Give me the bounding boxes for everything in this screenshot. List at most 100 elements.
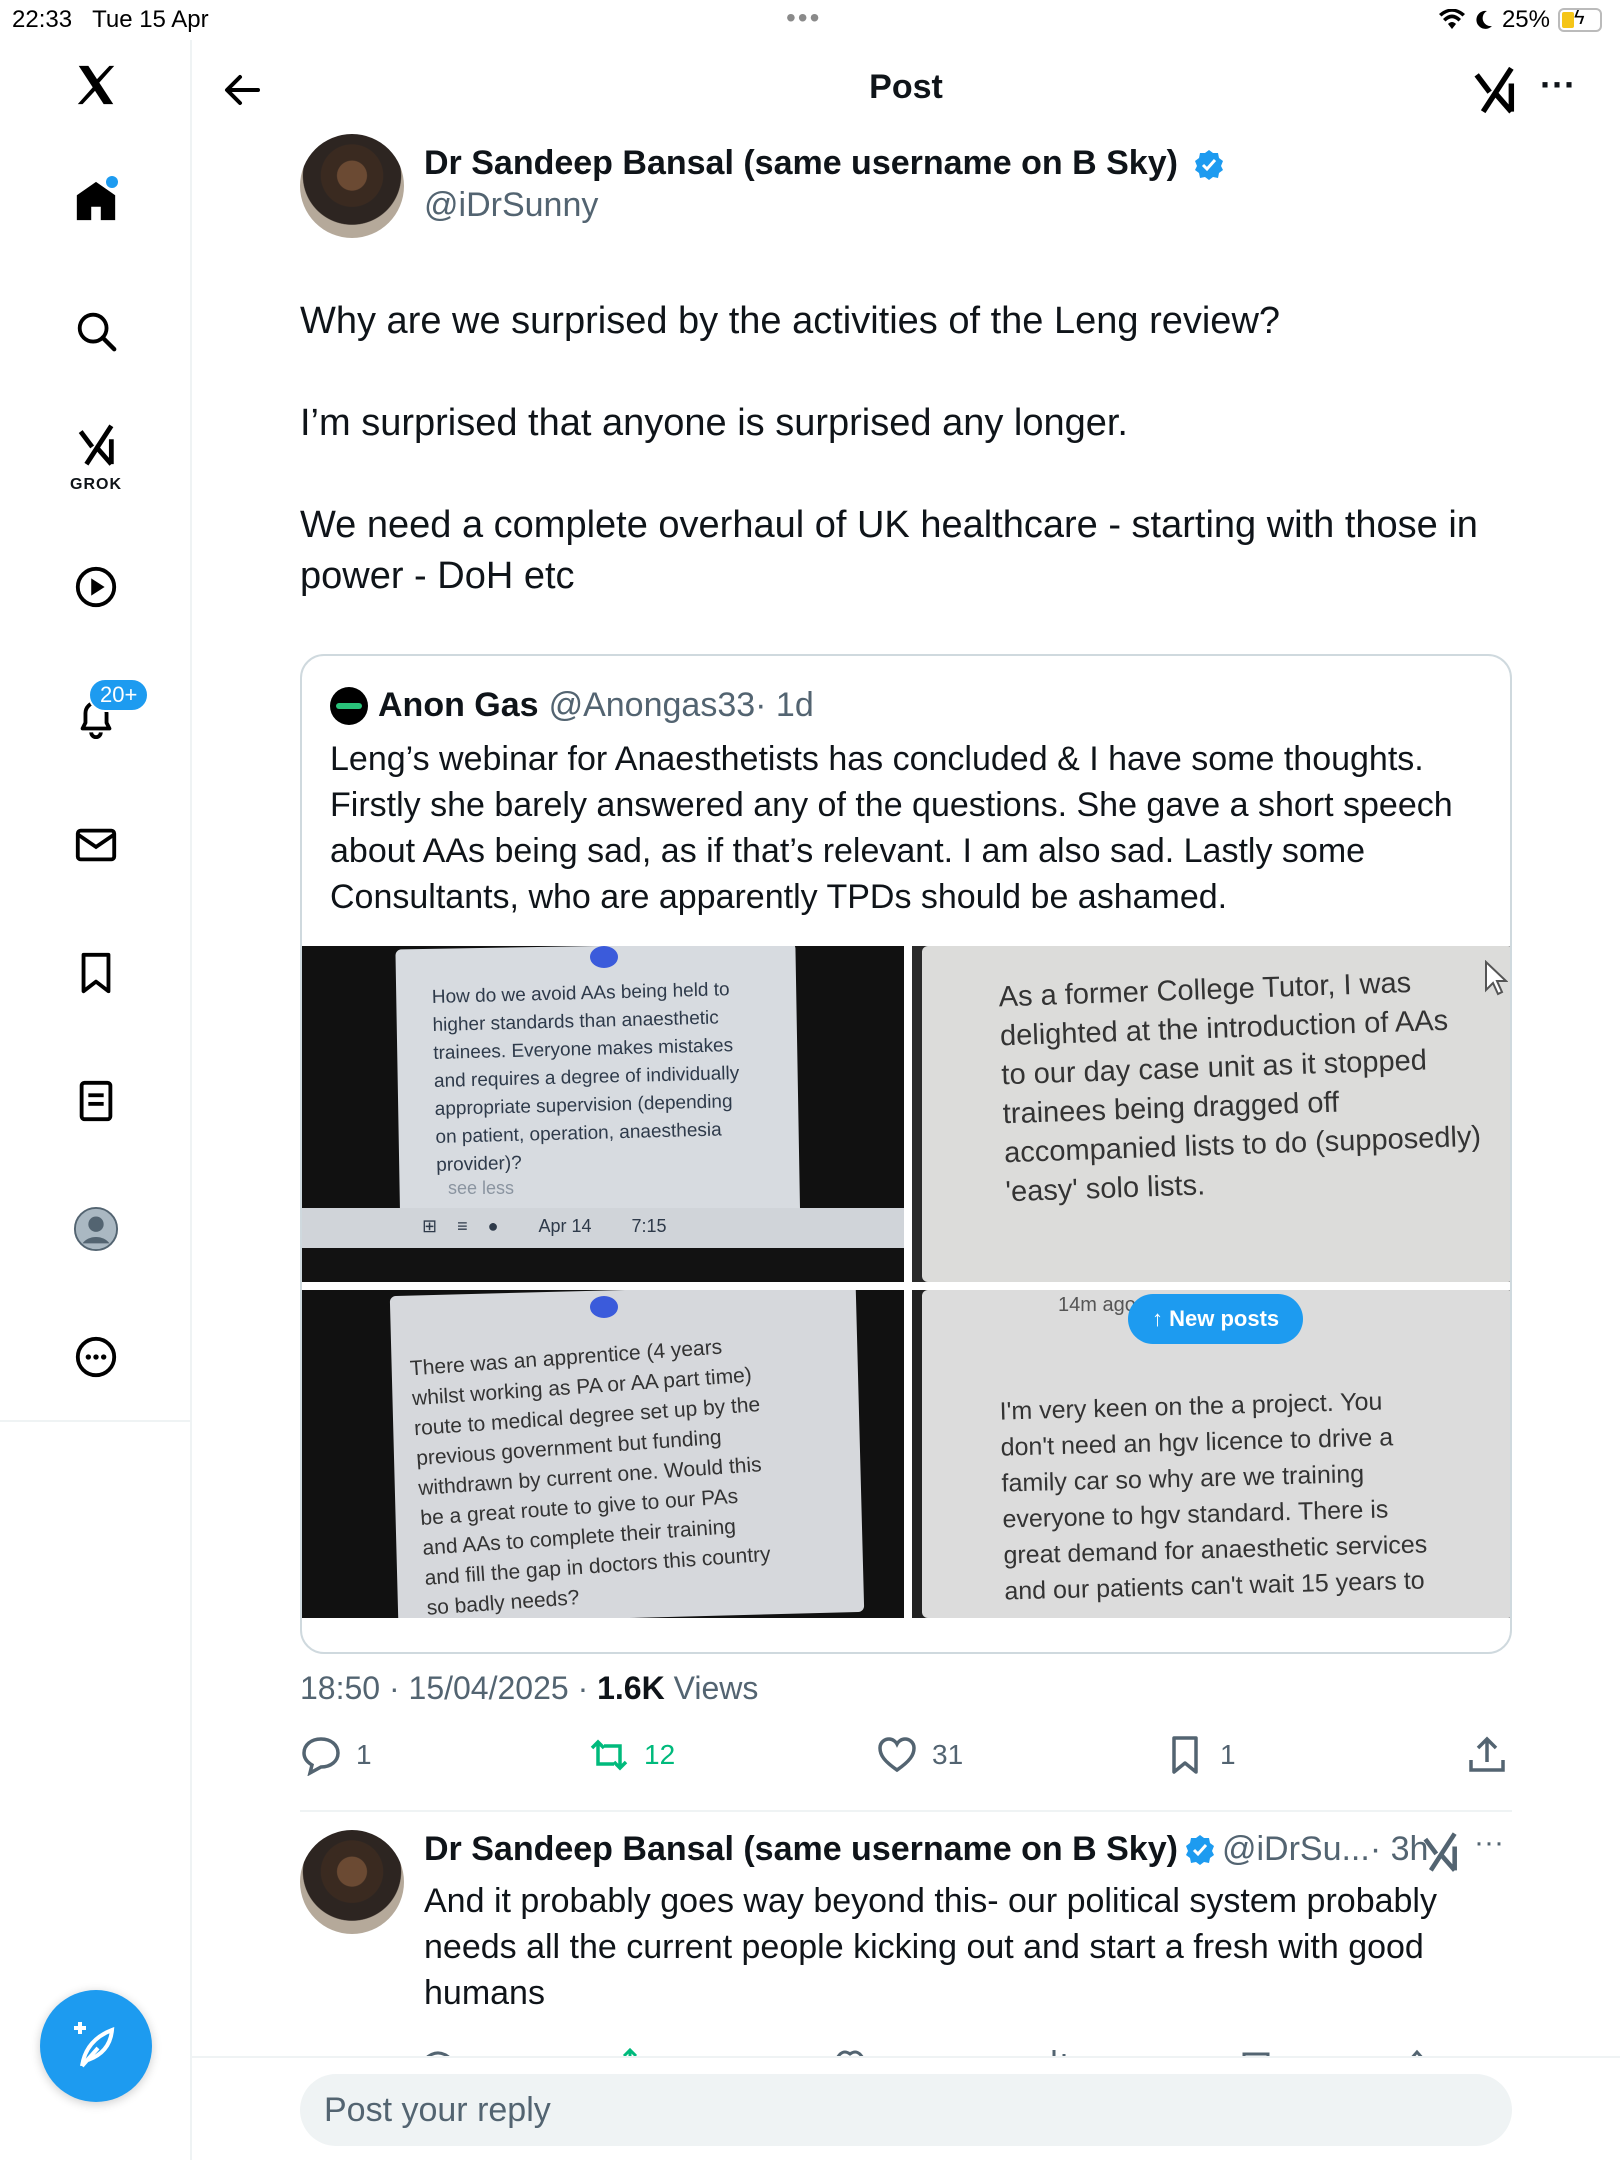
reply-composer: [192, 2056, 1620, 2160]
sidebar-item-more[interactable]: [0, 1312, 192, 1402]
share-button[interactable]: [1466, 1734, 1508, 1776]
divider: [300, 1810, 1512, 1812]
sidebar-item-notifications[interactable]: 20+: [0, 672, 192, 762]
video-play-icon: [75, 566, 117, 608]
battery-icon: ϟ: [1558, 7, 1602, 32]
grok-icon[interactable]: [1418, 1830, 1462, 1874]
share-icon: [1469, 1736, 1505, 1772]
post-actions: 1 12 31 1: [300, 1734, 1512, 1794]
notifications-badge: 20+: [88, 678, 150, 712]
repost-count: 12: [644, 1739, 676, 1770]
grok-icon[interactable]: [1468, 64, 1520, 116]
quote-photo-1[interactable]: How do we avoid AAs being held to higher…: [302, 946, 904, 1282]
views-count: 1.6K: [597, 1670, 665, 1706]
bookmark-icon: [1172, 1736, 1198, 1774]
reply-count: 1: [356, 1739, 372, 1770]
grok-icon: [78, 424, 114, 466]
repost-icon: [590, 1739, 628, 1771]
status-bar: 22:33 Tue 15 Apr ••• 25% ϟ: [0, 0, 1620, 40]
more-options-icon[interactable]: ···: [1540, 64, 1576, 106]
repost-button[interactable]: 12: [588, 1734, 675, 1776]
page-title: Post: [869, 68, 943, 106]
quoted-post[interactable]: Anon Gas @Anongas33 · 1d Leng’s webinar …: [300, 654, 1512, 1654]
post-meta: 18:50 · 15/04/2025 · 1.6K Views: [300, 1670, 758, 1707]
quote-photo-grid: How do we avoid AAs being held to higher…: [302, 946, 1510, 1618]
search-icon: [77, 312, 117, 352]
sidebar-item-bookmarks[interactable]: [0, 928, 192, 1018]
multitask-dots-icon[interactable]: •••: [786, 2, 821, 34]
photo-4-text: I'm very keen on the a project. You don'…: [999, 1387, 1428, 1606]
verified-badge-icon: [1185, 1834, 1214, 1865]
lists-icon: [79, 1080, 113, 1122]
status-date: Tue 15 Apr: [92, 6, 209, 33]
nav-x-logo[interactable]: [0, 40, 192, 130]
status-time: 22:33: [12, 6, 73, 33]
more-circle-icon: [75, 1336, 117, 1378]
mail-icon: [75, 828, 117, 862]
reply-button[interactable]: 1: [300, 1734, 372, 1776]
grok-label: GROK: [70, 476, 122, 493]
quote-photo-4[interactable]: 14m ago ↑ New posts I'm very keen on the…: [912, 1290, 1510, 1618]
post-paragraph: We need a complete overhaul of UK health…: [300, 504, 1478, 597]
quote-photo-2[interactable]: As a former College Tutor, I was delight…: [912, 946, 1510, 1282]
views-label: Views: [664, 1670, 759, 1706]
post-timestamp: 18:50 · 15/04/2025 ·: [300, 1670, 598, 1706]
quote-text: Leng’s webinar for Anaesthetists has con…: [330, 740, 1453, 916]
chat-bubble-icon: [590, 946, 618, 968]
x-logo-icon: [77, 65, 115, 105]
reply-post[interactable]: Dr Sandeep Bansal (same username on B Sk…: [300, 1826, 1512, 2060]
photo-1-seeless: see less: [448, 1178, 515, 1198]
sidebar-item-lists[interactable]: [0, 1056, 192, 1146]
author-handle[interactable]: @iDrSunny: [424, 186, 598, 225]
photo-1-time: 7:15: [631, 1216, 667, 1236]
compose-post-button[interactable]: [40, 1990, 152, 2102]
post-paragraph: I’m surprised that anyone is surprised a…: [300, 402, 1128, 444]
battery-percent: 25%: [1501, 6, 1550, 33]
avatar[interactable]: [300, 1830, 404, 1934]
bookmark-count: 1: [1220, 1739, 1236, 1770]
quote-age: · 1d: [755, 686, 814, 724]
author-name[interactable]: Dr Sandeep Bansal (same username on B Sk…: [424, 144, 1178, 182]
avatar[interactable]: [300, 134, 404, 238]
post-text: Why are we surprised by the activities o…: [300, 296, 1520, 653]
quote-author-handle: @Anongas33: [548, 686, 756, 724]
photo-1-text: How do we avoid AAs being held to higher…: [431, 979, 740, 1176]
sidebar-item-home[interactable]: [0, 156, 192, 246]
heart-icon: [878, 1737, 916, 1773]
bookmark-button[interactable]: 1: [1164, 1734, 1236, 1776]
new-posts-pill: ↑ New posts: [1128, 1294, 1304, 1344]
photo-1-date: Apr 14: [538, 1216, 592, 1236]
feather-compose-icon: [74, 2022, 115, 2068]
wifi-icon: [1438, 9, 1465, 29]
photo-1-toolbar-icons: ⊞ ≡ ●: [422, 1216, 499, 1236]
like-button[interactable]: 31: [876, 1734, 963, 1776]
reply-more-icon[interactable]: ···: [1474, 1826, 1504, 1860]
post-paragraph: Why are we surprised by the activities o…: [300, 300, 1281, 342]
reply-text: And it probably goes way beyond this- ou…: [424, 1882, 1437, 2012]
profile-avatar-icon: [73, 1206, 119, 1252]
cursor-arrow-icon: [1485, 960, 1508, 996]
sidebar-item-explore[interactable]: [0, 286, 192, 376]
home-unread-dot: [106, 176, 118, 188]
photo-3-text: There was an apprentice (4 years whilst …: [409, 1335, 772, 1618]
reply-input[interactable]: [300, 2074, 1512, 2146]
quote-photo-3[interactable]: There was an apprentice (4 years whilst …: [302, 1290, 904, 1618]
sidebar-item-video[interactable]: [0, 542, 192, 632]
sidebar-item-messages[interactable]: [0, 800, 192, 890]
post-header: Post ···: [192, 40, 1620, 140]
quote-avatar: [330, 686, 368, 725]
sidebar: GROK 20+: [0, 40, 192, 2160]
verified-badge-icon: [1195, 150, 1224, 181]
chat-bubble-icon: [590, 1296, 618, 1318]
quote-author-name: Anon Gas: [378, 686, 539, 724]
reply-bubble-icon: [302, 1737, 340, 1776]
photo-2-text: As a former College Tutor, I was delight…: [998, 966, 1482, 1209]
sidebar-item-grok[interactable]: GROK: [0, 410, 192, 500]
reply-author-handle[interactable]: @iDrSu...: [1222, 1830, 1370, 1869]
reply-author-name[interactable]: Dr Sandeep Bansal (same username on B Sk…: [424, 1830, 1178, 1869]
sidebar-divider: [0, 1420, 192, 1422]
sidebar-item-profile[interactable]: [0, 1184, 192, 1274]
moon-icon: [1476, 10, 1492, 29]
like-count: 31: [932, 1739, 964, 1770]
bookmark-icon: [81, 952, 111, 994]
